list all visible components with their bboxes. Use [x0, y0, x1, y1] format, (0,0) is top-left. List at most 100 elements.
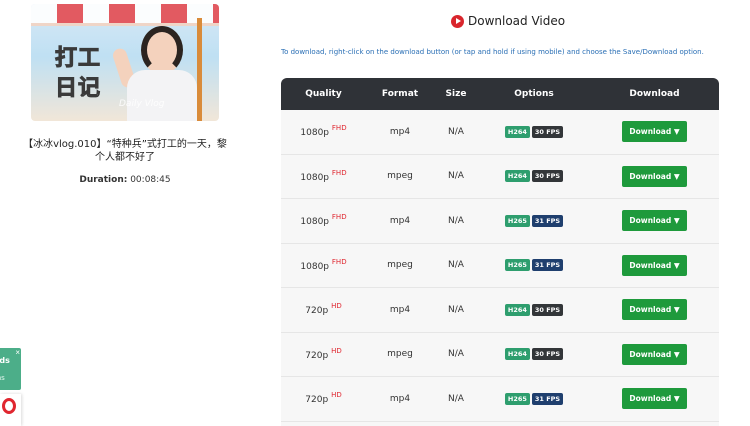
video-title: 【冰冰vlog.010】“特种兵”式打工的一天，黎个人都不好了: [23, 139, 227, 163]
fps-badge: 31 FPS: [531, 214, 564, 227]
codec-badge: H264: [504, 125, 530, 138]
fps-badge: 31 FPS: [531, 259, 564, 272]
quality-badge: HD: [331, 391, 342, 400]
quality-value: 1080p: [300, 172, 330, 183]
fps-badge: 31 FPS: [531, 392, 564, 405]
table-row: 720p HD mp4 N/A H265 31 FPS Download ▼: [281, 377, 719, 422]
codec-badge: H265: [504, 259, 530, 272]
duration-value: 00:08:45: [130, 175, 171, 185]
format-cell: mpeg: [387, 171, 413, 182]
download-button[interactable]: Download ▼: [622, 121, 687, 143]
page-title-text: Download Video: [468, 14, 566, 28]
options-cell: H264 30 FPS: [478, 170, 590, 183]
close-icon[interactable]: ×: [15, 348, 20, 357]
download-cell: Download ▼: [590, 165, 719, 187]
fps-badge: 30 FPS: [531, 348, 564, 361]
quality-value: 720p: [305, 395, 329, 406]
codec-badge: H264: [504, 348, 530, 361]
download-button[interactable]: Download ▼: [622, 299, 687, 321]
quality-value: 1080p: [300, 128, 330, 139]
quality-value: 1080p: [300, 217, 330, 228]
quality-cell: 720p HD: [281, 391, 366, 406]
quality-cell: 1080p FHD: [281, 168, 366, 183]
download-instructions: To download, right-click on the download…: [281, 48, 704, 56]
quality-cell: 1080p FHD: [281, 213, 366, 228]
options-cell: H264 30 FPS: [478, 348, 590, 361]
size-cell: N/A: [448, 126, 464, 137]
quality-value: 720p: [305, 350, 329, 361]
table-row: 1080p FHD mp4 N/A H264 30 FPS Download ▼: [281, 110, 719, 155]
download-button[interactable]: Download ▼: [622, 254, 687, 276]
thumbnail-caption-line2: 日记: [54, 76, 102, 102]
person-head-graphic: [141, 26, 183, 74]
play-circle-icon: [451, 14, 464, 28]
download-cell: Download ▼: [590, 121, 719, 143]
table-row: 720p HD mpeg N/A H264 30 FPS Download ▼: [281, 332, 719, 377]
quality-badge: HD: [331, 302, 342, 311]
quality-badge: HD: [331, 346, 342, 355]
download-cell: Download ▼: [590, 343, 719, 365]
format-cell: mp4: [389, 215, 411, 226]
codec-badge: H264: [504, 303, 530, 316]
column-header-options: Options: [514, 89, 554, 99]
column-header-download: Download: [629, 89, 680, 99]
umbrella-graphic: [31, 4, 219, 26]
size-cell: N/A: [448, 215, 464, 226]
download-cell: Download ▼: [590, 299, 719, 321]
column-header-size: Size: [445, 89, 467, 99]
person-body-graphic: [127, 70, 197, 121]
codec-badge: H265: [504, 392, 530, 405]
size-cell: N/A: [448, 304, 464, 315]
download-table: Quality Format Size Options Download 108…: [281, 78, 719, 426]
thumbnail-caption-line1: 打工: [54, 46, 102, 72]
download-cell: Download ▼: [590, 210, 719, 232]
download-cell: Download ▼: [590, 388, 719, 410]
table-row: 1080p FHD mpeg N/A H265 31 FPS Download ▼: [281, 243, 719, 288]
download-button[interactable]: Download ▼: [622, 165, 687, 187]
download-cell: Download ▼: [590, 254, 719, 276]
table-row: 1080p FHD mp4 N/A H265 31 FPS Download ▼: [281, 199, 719, 244]
codec-badge: H264: [504, 170, 530, 183]
table-row: 720p HD mp4 N/A H264 30 FPS Download ▼: [281, 288, 719, 333]
fps-badge: 30 FPS: [531, 125, 564, 138]
quality-badge: FHD: [331, 168, 347, 177]
format-cell: mp4: [389, 126, 411, 137]
quality-badge: FHD: [331, 124, 347, 133]
quality-cell: 1080p FHD: [281, 124, 366, 139]
column-header-quality: Quality: [305, 89, 342, 99]
options-cell: H264 30 FPS: [478, 303, 590, 316]
quality-value: 720p: [305, 306, 329, 317]
format-cell: mpeg: [387, 349, 413, 360]
widget-line1: ads: [0, 356, 10, 365]
quality-badge: FHD: [331, 213, 347, 222]
video-duration: Duration: 00:08:45: [20, 175, 230, 185]
download-button[interactable]: Download ▼: [622, 388, 687, 410]
size-cell: N/A: [448, 260, 464, 271]
format-cell: mp4: [389, 393, 411, 404]
table-header: Quality Format Size Options Download: [281, 78, 719, 110]
column-header-format: Format: [381, 89, 419, 99]
fps-badge: 30 FPS: [531, 303, 564, 316]
quality-cell: 720p HD: [281, 346, 366, 361]
format-cell: mp4: [389, 304, 411, 315]
options-cell: H264 30 FPS: [478, 125, 590, 138]
opera-button[interactable]: [0, 394, 21, 426]
opera-logo-icon: [2, 398, 16, 414]
download-button[interactable]: Download ▼: [622, 343, 687, 365]
quality-badge: FHD: [331, 257, 347, 266]
page-title: Download Video: [451, 13, 565, 29]
quality-cell: 1080p FHD: [281, 257, 366, 272]
download-button[interactable]: Download ▼: [622, 210, 687, 232]
duration-label: Duration:: [79, 175, 128, 185]
quality-cell: 720p HD: [281, 302, 366, 317]
side-promo-widget[interactable]: × ads dons: [0, 348, 21, 390]
codec-badge: H265: [504, 214, 530, 227]
widget-line2: dons: [0, 374, 5, 382]
video-thumbnail[interactable]: 打工 日记 Daily Vlog: [31, 4, 219, 121]
table-row: 1080p FHD mpeg N/A H264 30 FPS Download ▼: [281, 154, 719, 199]
size-cell: N/A: [448, 171, 464, 182]
format-cell: mpeg: [387, 260, 413, 271]
options-cell: H265 31 FPS: [478, 259, 590, 272]
thumbnail-watermark: Daily Vlog: [119, 99, 165, 109]
video-info-panel: 打工 日记 Daily Vlog 【冰冰vlog.010】“特种兵”式打工的一天…: [0, 0, 260, 426]
